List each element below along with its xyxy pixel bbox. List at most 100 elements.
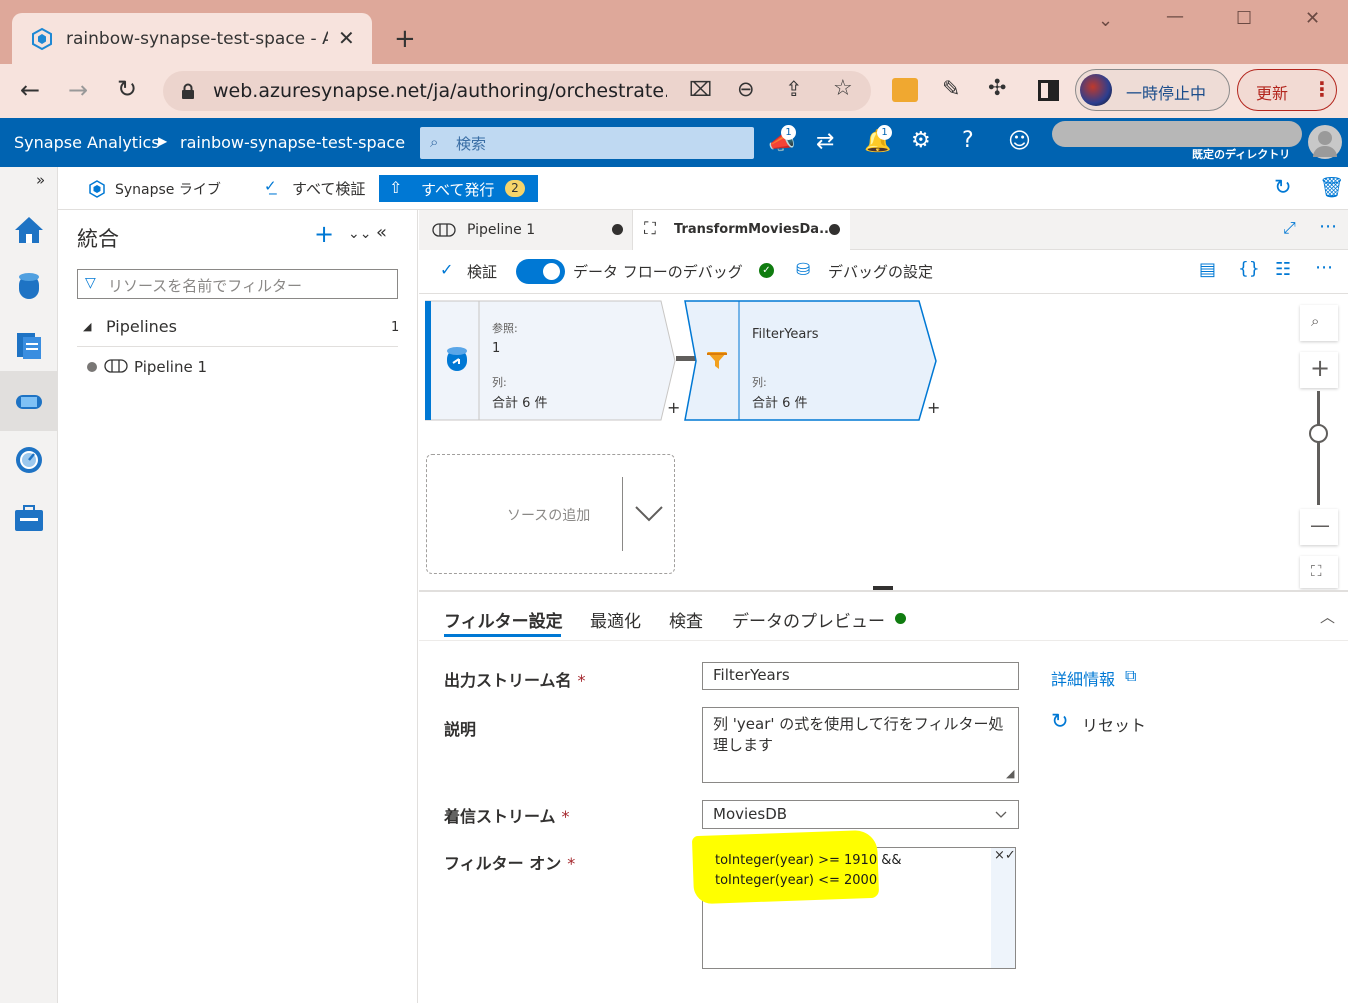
zoom-slider-track[interactable]: [1317, 391, 1320, 505]
settings-gear-icon[interactable]: ⚙: [911, 130, 931, 152]
forward-icon[interactable]: →: [68, 78, 88, 102]
smoothscroll-extension-icon[interactable]: [892, 78, 918, 102]
properties-icon[interactable]: ☷: [1275, 259, 1291, 280]
url-text: web.azuresynapse.net/ja/authoring/orches…: [213, 80, 667, 102]
notes-extension-icon[interactable]: ✎: [942, 79, 960, 101]
menu-dots-icon: ⋮: [1312, 77, 1332, 101]
develop-hub-icon[interactable]: [12, 327, 46, 361]
integrate-hub-icon[interactable]: [12, 385, 46, 419]
publish-all-button[interactable]: ⇧ すべて発行 2: [379, 175, 538, 202]
translate-icon[interactable]: ⌧: [689, 79, 712, 99]
resource-filter-input[interactable]: ▽ リソースを名前でフィルター: [77, 269, 398, 299]
collapse-all-icon[interactable]: ⌄⌄: [348, 226, 371, 242]
debug-settings-button[interactable]: デバッグの設定: [828, 261, 933, 282]
monitor-hub-icon[interactable]: [12, 443, 46, 477]
debug-toggle[interactable]: [516, 259, 565, 284]
unsaved-dot-icon: [612, 224, 623, 235]
add-transform-plus-icon[interactable]: +: [667, 398, 680, 417]
back-icon[interactable]: ←: [20, 78, 40, 102]
editor-scroll-gutter: [991, 848, 1015, 968]
tab-data-preview[interactable]: データのプレビュー: [732, 607, 885, 632]
filter-node[interactable]: FilterYears 列: 合計 6 件: [684, 300, 940, 422]
pipeline-list-item[interactable]: Pipeline 1: [77, 354, 398, 382]
add-source-box[interactable]: ソースの追加: [426, 454, 675, 574]
filter-expression-editor[interactable]: toInteger(year) >= 1910 && toInteger(yea…: [691, 829, 1016, 969]
fit-to-screen-button[interactable]: ⛶: [1300, 556, 1338, 588]
tab-inspect[interactable]: 検査: [669, 607, 703, 632]
bookmark-star-icon[interactable]: ☆: [833, 78, 853, 100]
zoom-icon[interactable]: ⊖: [737, 79, 755, 100]
window-close-icon[interactable]: ✕: [1305, 10, 1320, 28]
pipeline-item-label: Pipeline 1: [134, 358, 208, 376]
new-tab-icon[interactable]: +: [394, 26, 416, 52]
search-icon: ⌕: [1311, 312, 1320, 330]
profile-button[interactable]: 一時停止中: [1075, 69, 1230, 111]
extensions-puzzle-icon[interactable]: ✣: [988, 78, 1006, 100]
tab-optimize[interactable]: 最適化: [590, 607, 641, 632]
update-button[interactable]: 更新 ⋮: [1237, 69, 1337, 111]
address-bar[interactable]: web.azuresynapse.net/ja/authoring/orches…: [163, 71, 871, 111]
zoom-out-button[interactable]: —: [1300, 509, 1338, 545]
directory-switch-icon[interactable]: ⇄: [816, 131, 834, 153]
search-input[interactable]: ⌕ 検索: [420, 127, 754, 159]
incoming-stream-select[interactable]: MoviesDB: [702, 800, 1019, 829]
more-info-link[interactable]: 詳細情報: [1051, 666, 1115, 690]
more-options-icon[interactable]: ⋯: [1315, 257, 1333, 278]
search-placeholder: 検索: [456, 135, 487, 153]
filter-placeholder: リソースを名前でフィルター: [108, 277, 302, 295]
workspace-name[interactable]: rainbow-synapse-test-space: [180, 133, 405, 152]
account-avatar[interactable]: [1308, 125, 1342, 159]
clear-expression-icon[interactable]: ×✓: [994, 848, 1016, 863]
more-tabs-icon[interactable]: ⋯: [1319, 216, 1337, 237]
required-marker: *: [567, 854, 576, 873]
tab-pipeline-1[interactable]: Pipeline 1: [419, 210, 633, 250]
maximize-canvas-icon[interactable]: ⤢: [1283, 218, 1296, 238]
validate-button[interactable]: 検証: [467, 261, 497, 282]
description-textarea[interactable]: 列 'year' の式を使用して行をフィルター処理します: [702, 707, 1019, 783]
chevron-down-icon[interactable]: [634, 505, 664, 523]
dataflow-tab-icon: ⛶: [644, 219, 656, 239]
add-transform-plus-icon[interactable]: +: [927, 398, 940, 417]
dataflow-toolbar: ✓ 検証 データ フローのデバッグ ✓ ⛁ デバッグの設定 ▤ {} ☷ ⋯: [419, 250, 1348, 294]
data-hub-icon[interactable]: [12, 269, 46, 303]
synapse-live-button[interactable]: Synapse ライブ: [115, 179, 221, 199]
code-braces-icon[interactable]: {}: [1238, 259, 1260, 279]
output-stream-input[interactable]: FilterYears: [702, 662, 1019, 690]
reload-icon[interactable]: ↻: [117, 77, 137, 101]
zoom-in-button[interactable]: +: [1300, 352, 1338, 388]
resize-grip-icon[interactable]: ◢: [1006, 767, 1014, 780]
browser-tab[interactable]: rainbow-synapse-test-space - Azure ✕: [12, 13, 372, 65]
maximize-icon[interactable]: ☐: [1236, 10, 1252, 28]
filter-expression-line-1: toInteger(year) >= 1910 &&: [715, 853, 902, 868]
feedback-icon[interactable]: ☺: [1008, 131, 1031, 153]
sidepanel-icon[interactable]: [1038, 80, 1059, 101]
refresh-icon[interactable]: ↻: [1274, 175, 1292, 199]
tab-search-chevron-icon[interactable]: ⌄: [1098, 12, 1113, 30]
expand-nav-icon[interactable]: »: [36, 171, 45, 189]
manage-hub-icon[interactable]: [12, 501, 46, 535]
announcement-badge: 1: [781, 125, 796, 140]
script-icon[interactable]: ▤: [1199, 259, 1216, 280]
source-node[interactable]: 参照: 1 列: 合計 6 件: [425, 300, 681, 422]
close-tab-icon[interactable]: ✕: [338, 28, 355, 48]
minimize-icon[interactable]: —: [1166, 8, 1184, 26]
validate-all-button[interactable]: すべて検証: [292, 178, 365, 199]
pipelines-group[interactable]: ◢ Pipelines 1: [77, 312, 400, 347]
workspace-toolbar: Synapse ライブ ✓̲ すべて検証 ⇧ すべて発行 2 ↻ 🗑: [58, 167, 1348, 210]
add-resource-icon[interactable]: +: [314, 220, 334, 248]
share-icon[interactable]: ⇪: [785, 79, 803, 100]
tab-filter-settings[interactable]: フィルター設定: [444, 607, 563, 632]
zoom-slider-thumb[interactable]: [1309, 424, 1328, 443]
help-icon[interactable]: ?: [962, 130, 974, 152]
app-title[interactable]: Synapse Analytics: [14, 133, 160, 152]
tabs-divider: [419, 640, 1348, 641]
minus-icon: —: [1310, 513, 1330, 537]
collapse-panel-icon[interactable]: «: [376, 222, 387, 243]
collapse-panel-chevron-icon[interactable]: ︿: [1320, 606, 1335, 627]
group-count: 1: [391, 320, 400, 335]
zoom-search-button[interactable]: ⌕: [1300, 305, 1338, 341]
home-icon[interactable]: [12, 213, 46, 247]
reset-button[interactable]: リセット: [1082, 712, 1146, 736]
tab-transform-movies[interactable]: ⛶ TransformMoviesDa...: [633, 210, 850, 251]
discard-icon[interactable]: 🗑: [1319, 175, 1344, 199]
